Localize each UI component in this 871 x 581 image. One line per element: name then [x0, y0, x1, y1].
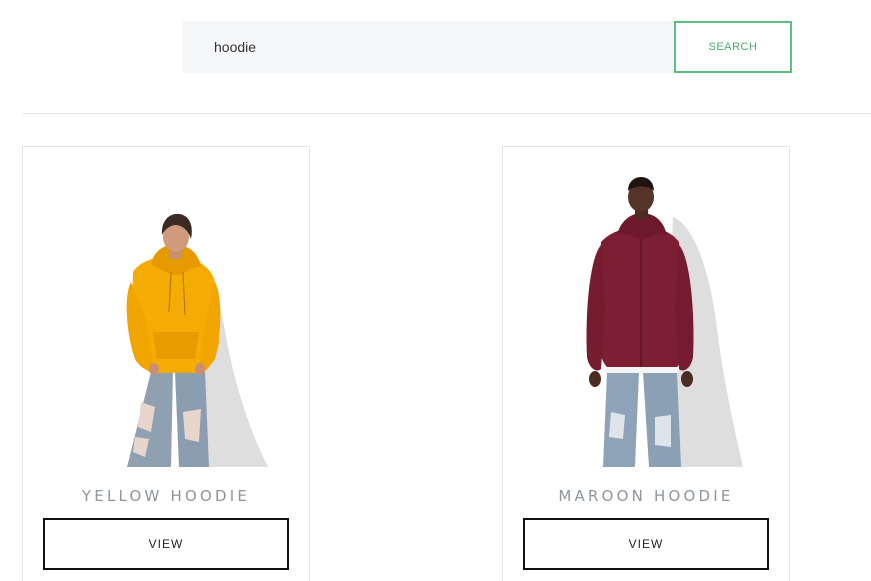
view-button[interactable]: VIEW — [43, 518, 289, 570]
product-card-yellow-hoodie: YELLOW HOODIE VIEW — [22, 146, 310, 581]
divider — [22, 113, 871, 114]
search-button[interactable]: SEARCH — [674, 21, 792, 73]
search-bar: SEARCH — [182, 21, 792, 73]
product-image-yellow-hoodie[interactable] — [23, 147, 309, 469]
product-title: YELLOW HOODIE — [81, 487, 251, 505]
product-card-maroon-hoodie: MAROON HOODIE VIEW — [502, 146, 790, 581]
product-title: MAROON HOODIE — [558, 487, 734, 505]
view-button[interactable]: VIEW — [523, 518, 769, 570]
product-image-maroon-hoodie[interactable] — [503, 147, 789, 469]
search-input[interactable] — [182, 21, 674, 73]
